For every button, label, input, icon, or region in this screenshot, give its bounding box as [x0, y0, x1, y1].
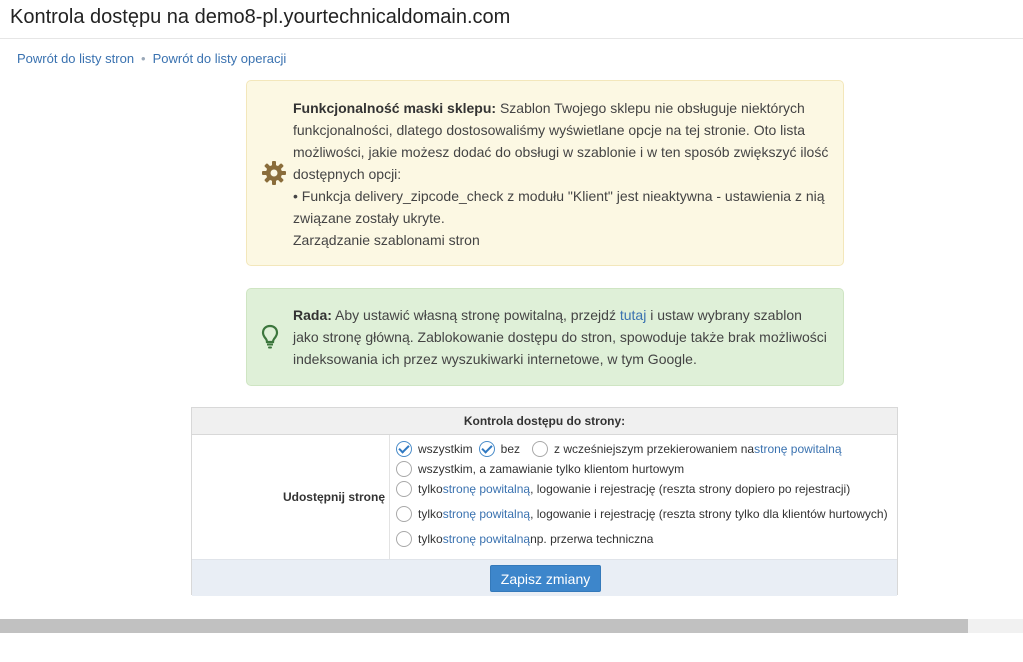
- tip-message: Rada: Aby ustawić własną stronę powitaln…: [293, 304, 831, 370]
- option-maintenance-line: tylko stronę powitalną np. przerwa techn…: [396, 530, 653, 548]
- option-with-redirect-label[interactable]: z wcześniejszym przekierowaniem na: [554, 440, 754, 458]
- option-after-registration-line: tylko stronę powitalną, logowanie i reje…: [396, 480, 850, 498]
- access-control-form: Kontrola dostępu do strony: Udostępnij s…: [191, 407, 898, 596]
- share-page-label: Udostępnij stronę: [192, 435, 390, 559]
- radio-after-registration[interactable]: [396, 481, 412, 497]
- option-without-label[interactable]: bez: [501, 440, 520, 458]
- horizontal-scrollbar[interactable]: [0, 619, 1023, 633]
- access-options: wszystkim bez z wcześniejszym przekierow…: [396, 435, 896, 559]
- lightbulb-icon: [261, 324, 279, 356]
- option-maintenance-before[interactable]: tylko: [418, 530, 443, 548]
- form-header: Kontrola dostępu do strony:: [192, 408, 897, 435]
- welcome-page-link[interactable]: stronę powitalną: [443, 480, 530, 498]
- option-wholesale-order-label[interactable]: wszystkim, a zamawianie tylko klientom h…: [418, 460, 684, 478]
- share-page-row: Udostępnij stronę wszystkim bez z wcześn…: [192, 435, 897, 559]
- option-wholesale-order-line: wszystkim, a zamawianie tylko klientom h…: [396, 460, 684, 478]
- option-everyone-label[interactable]: wszystkim: [418, 440, 473, 458]
- radio-maintenance[interactable]: [396, 531, 412, 547]
- option-after-registration-before[interactable]: tylko: [418, 480, 443, 498]
- scrollbar-thumb[interactable]: [0, 619, 968, 633]
- option-wholesale-only-before[interactable]: tylko: [418, 505, 443, 523]
- gear-icon: [261, 160, 287, 192]
- title-divider: [0, 38, 1023, 39]
- back-to-operations-link[interactable]: Powrót do listy operacji: [153, 51, 287, 66]
- warning-title: Funkcjonalność maski sklepu:: [293, 100, 497, 116]
- option-maintenance-after[interactable]: np. przerwa techniczna: [530, 530, 653, 548]
- template-warning-alert: Funkcjonalność maski sklepu: Szablon Two…: [246, 80, 844, 266]
- tip-here-link[interactable]: tutaj: [620, 307, 646, 323]
- back-to-pages-link[interactable]: Powrót do listy stron: [17, 51, 134, 66]
- option-after-registration-after[interactable]: , logowanie i rejestrację (reszta strony…: [530, 480, 850, 498]
- tip-text-before: Aby ustawić własną stronę powitalną, prz…: [331, 307, 620, 323]
- warning-item: • Funkcja delivery_zipcode_check z moduł…: [293, 188, 825, 226]
- welcome-page-link[interactable]: stronę powitalną: [754, 440, 841, 458]
- welcome-page-link[interactable]: stronę powitalną: [443, 505, 530, 523]
- option-everyone-line: wszystkim bez z wcześniejszym przekierow…: [396, 440, 842, 458]
- tip-title: Rada:: [293, 307, 332, 323]
- option-wholesale-only-after[interactable]: , logowanie i rejestrację (reszta strony…: [530, 505, 887, 523]
- radio-wholesale-only[interactable]: [396, 506, 412, 522]
- breadcrumb-separator: •: [141, 51, 146, 66]
- radio-everyone[interactable]: [396, 441, 412, 457]
- warning-message: Funkcjonalność maski sklepu: Szablon Two…: [293, 97, 831, 185]
- radio-with-redirect[interactable]: [532, 441, 549, 457]
- radio-wholesale-order[interactable]: [396, 461, 412, 477]
- page-title: Kontrola dostępu na demo8-pl.yourtechnic…: [10, 6, 511, 28]
- welcome-page-link[interactable]: stronę powitalną: [443, 530, 530, 548]
- form-footer: Zapisz zmiany: [192, 559, 897, 596]
- option-wholesale-only-line: tylko stronę powitalną, logowanie i reje…: [396, 505, 888, 523]
- tip-alert: Rada: Aby ustawić własną stronę powitaln…: [246, 288, 844, 386]
- save-changes-button[interactable]: Zapisz zmiany: [490, 565, 601, 592]
- radio-without[interactable]: [478, 441, 495, 457]
- template-management-link[interactable]: Zarządzanie szablonami stron: [293, 229, 831, 251]
- breadcrumb: Powrót do listy stron • Powrót do listy op…: [17, 51, 286, 66]
